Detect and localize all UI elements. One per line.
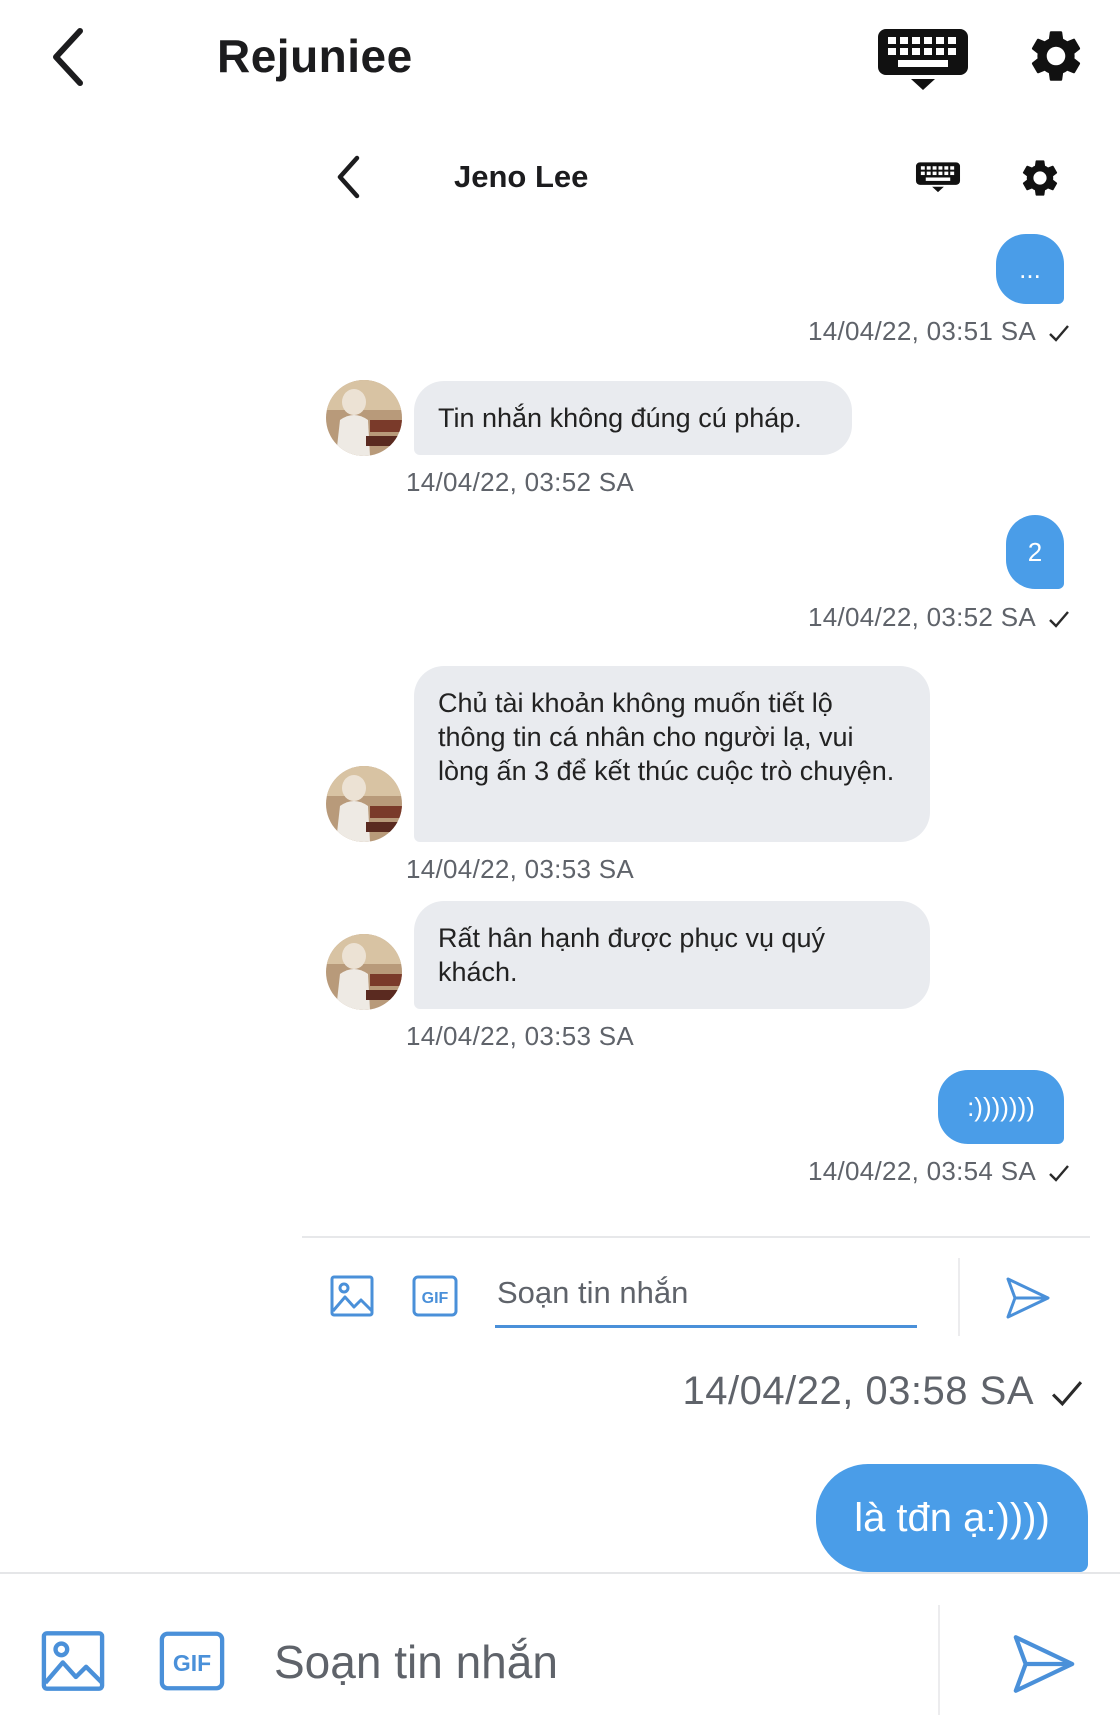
avatar-image — [326, 934, 402, 1010]
gif-button[interactable]: GIF — [410, 1272, 460, 1320]
back-button[interactable] — [38, 22, 98, 92]
chevron-left-icon — [337, 155, 360, 199]
timestamp-text: 14/04/22, 03:52 SA — [807, 602, 1036, 632]
gif-button[interactable]: GIF — [156, 1626, 228, 1696]
check-icon — [1051, 1381, 1083, 1407]
send-button[interactable] — [1006, 1626, 1082, 1702]
message-input[interactable] — [274, 1630, 914, 1694]
incoming-message-bubble[interactable]: Chủ tài khoản không muốn tiết lộ thông t… — [414, 666, 930, 842]
send-icon — [1006, 1277, 1050, 1319]
gif-label: GIF — [173, 1650, 211, 1676]
avatar[interactable] — [326, 934, 402, 1010]
outgoing-message-bubble[interactable]: :))))))) — [938, 1070, 1064, 1144]
composer-divider — [302, 1236, 1090, 1238]
check-icon — [1049, 1165, 1069, 1182]
avatar[interactable] — [326, 766, 402, 842]
keyboard-icon — [915, 162, 961, 193]
message-timestamp: 14/04/22, 03:52 SA — [700, 600, 1070, 634]
message-timestamp: 14/04/22, 03:53 SA — [406, 1021, 635, 1051]
keyboard-button[interactable] — [876, 24, 970, 94]
image-icon — [41, 1631, 105, 1691]
chat-title: Rejuniee — [217, 30, 413, 82]
inner-keyboard-button[interactable] — [912, 152, 964, 202]
keyboard-icon — [878, 29, 968, 90]
inner-settings-button[interactable] — [1016, 154, 1064, 202]
avatar-image — [326, 380, 402, 456]
gif-label: GIF — [422, 1290, 449, 1307]
gear-icon — [1031, 31, 1081, 81]
chevron-left-icon — [53, 28, 83, 86]
send-button[interactable] — [1000, 1270, 1056, 1326]
check-icon — [1049, 611, 1069, 628]
timestamp-text: 14/04/22, 03:54 SA — [807, 1156, 1036, 1186]
avatar[interactable] — [326, 380, 402, 456]
timestamp-text: 14/04/22, 03:58 SA — [682, 1369, 1034, 1413]
gif-icon: GIF — [412, 1275, 458, 1317]
settings-button[interactable] — [1020, 20, 1092, 92]
outgoing-message-bubble[interactable]: 2 — [1006, 515, 1064, 589]
attach-image-button[interactable] — [328, 1272, 376, 1320]
incoming-message-bubble[interactable]: Rất hân hạnh được phục vụ quý khách. — [414, 901, 930, 1009]
timestamp-text: 14/04/22, 03:51 SA — [807, 316, 1036, 346]
outgoing-message-bubble[interactable]: ... — [996, 234, 1064, 304]
message-timestamp: 14/04/22, 03:58 SA — [560, 1366, 1084, 1416]
send-icon — [1013, 1635, 1075, 1693]
message-timestamp: 14/04/22, 03:54 SA — [700, 1154, 1070, 1188]
check-icon — [1049, 325, 1069, 342]
avatar-image — [326, 766, 402, 842]
composer-divider — [0, 1572, 1120, 1574]
composer-separator — [958, 1258, 960, 1336]
incoming-message-bubble[interactable]: Tin nhắn không đúng cú pháp. — [414, 381, 852, 455]
message-input[interactable] — [495, 1268, 917, 1328]
attach-image-button[interactable] — [38, 1626, 108, 1696]
gif-icon: GIF — [159, 1631, 225, 1691]
message-timestamp: 14/04/22, 03:52 SA — [406, 467, 635, 497]
outgoing-message-bubble[interactable]: là tđn ạ:)))) — [816, 1464, 1088, 1572]
message-timestamp: 14/04/22, 03:51 SA — [700, 314, 1070, 348]
inner-back-button[interactable] — [328, 148, 368, 206]
message-timestamp: 14/04/22, 03:53 SA — [406, 854, 635, 884]
gear-icon — [1022, 160, 1058, 196]
image-icon — [330, 1275, 374, 1317]
inner-chat-title: Jeno Lee — [454, 159, 589, 194]
composer-separator — [938, 1605, 940, 1715]
